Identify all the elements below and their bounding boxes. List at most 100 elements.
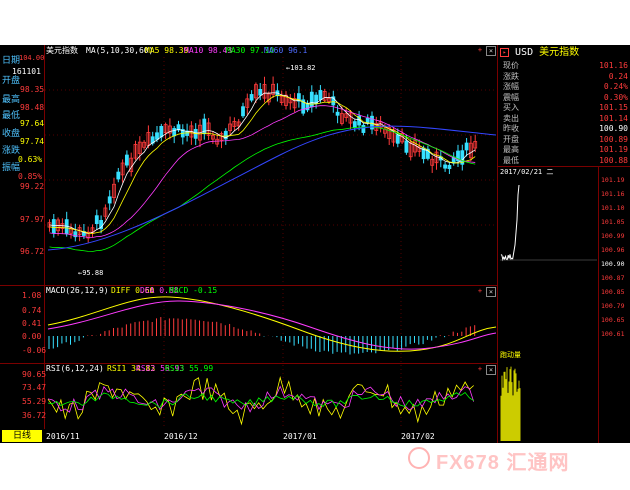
add-indicator-icon[interactable]: + [476,46,484,54]
price-axis-tick: 96.72 [20,247,45,256]
intraday-axis-tick: 100.61 [601,330,625,338]
intraday-axis-tick: 100.99 [601,232,625,240]
quote-row-value: 0.30% [603,92,628,102]
candle-body [155,132,159,140]
macd-axis-tick: 0.74 [22,306,42,315]
rsi-axis-tick: 36.72 [22,411,47,420]
candle-body [395,134,400,144]
ma60-value: MA60 96.1 [264,46,308,55]
candle-body [116,171,121,180]
quote-row-label: 涨幅 [503,82,519,91]
add-indicator-icon[interactable]: + [476,365,484,373]
quote-row-label: 震幅 [503,92,519,102]
macd-diff-line [47,296,497,352]
candle-body [464,142,469,151]
intraday-axis-tick: 100.87 [601,274,625,282]
close-panel-icon[interactable]: × [486,365,496,375]
low-value: 97.64 [20,119,45,128]
macd-axis-tick: 0.41 [22,319,42,328]
candle-body [447,164,452,170]
low-marker-value: 95.88 [82,269,104,277]
candle-body [125,154,129,166]
amplitude-value: 0.85% [18,172,43,181]
open-label: 开盘 [2,76,21,86]
quote-row-value: 101.14 [599,113,628,123]
intraday-axis-tick: 100.65 [601,316,625,324]
high-marker: ←103.82 [286,64,316,72]
candle-body [404,140,409,153]
macd-axis-tick: -0.06 [22,346,47,355]
intraday-axis-tick: 101.05 [601,218,625,226]
quote-row-label: 最低 [503,155,519,165]
intraday-axis-tick: 101.10 [601,204,625,212]
time-axis-label: 2017/02 [401,432,435,441]
quote-row-label: 卖出 [503,113,519,123]
date-label: 日期 [2,56,21,66]
ma10-value: MA10 98.43 [184,46,233,55]
ma60-line [49,126,476,252]
intraday-axis-tick: 101.19 [601,176,625,184]
quote-name: 美元指数 [539,47,580,58]
quote-row-label: 开盘 [503,134,519,144]
macd-axis-tick: 0.00 [22,332,42,341]
candle-body [94,215,99,225]
close-value: 97.74 [20,137,45,146]
quote-row-value: 0.24% [603,82,628,91]
rsi2-line [47,385,475,413]
close-label: 收盘 [2,129,21,139]
rsi-axis-tick: 90.65 [22,370,47,379]
price-axis-tick: 97.97 [20,215,45,224]
main-axis-top-value: 104.00 [19,54,45,62]
chart-canvas [45,57,597,441]
volume-label: 跑动量 [500,351,521,359]
watermark: FX678 汇通网 [408,446,623,474]
instrument-title: 美元指数 [46,46,78,55]
intraday-axis-tick: 100.90 [601,260,625,268]
intraday-axis-tick: 100.79 [601,302,625,310]
high-value: 98.48 [20,103,45,112]
candle-body [51,219,56,234]
quote-row-label: 昨收 [503,124,519,133]
high-marker-value: 103.82 [290,64,316,72]
low-label: 最低 [2,111,21,121]
change-value: 0.63% [18,155,43,164]
quote-row-label: 涨跌 [503,71,519,81]
candle-body [172,128,177,137]
quote-row-value: 101.15 [599,103,628,112]
macd-dea-line [47,300,497,350]
candle-body [361,124,366,133]
add-indicator-icon[interactable]: + [476,287,484,295]
trading-terminal: 104.00 美元指数 MA(5,10,30,60) MA5 98.39 MA1… [0,45,630,443]
period-button[interactable]: 日线 [2,430,42,442]
candle-body [318,90,323,101]
candle-body [335,111,340,116]
divider-intraday-vertical [598,166,599,443]
candle-body [241,106,245,117]
quote-row-label: 买入 [503,103,519,112]
candle-body [258,88,263,96]
close-panel-icon[interactable]: × [486,287,496,297]
expand-icon[interactable]: ▸ [500,47,509,57]
close-panel-icon[interactable]: × [486,46,496,56]
fx678-logo-icon [408,447,430,469]
low-marker: ←95.88 [78,269,104,277]
divider-vertical [497,45,498,443]
high-label: 最高 [2,95,21,105]
candle-body [305,103,310,111]
rsi3-value: RSI3 55.99 [165,364,214,373]
quote-row-value: 100.88 [599,155,628,165]
intraday-axis-tick: 100.85 [601,288,625,296]
rsi-axis-tick: 55.29 [22,397,47,406]
rsi-axis-tick: 73.47 [22,383,47,392]
macd-title: MACD(26,12,9) [46,286,109,295]
candle-body [443,164,448,169]
intraday-axis-tick: 101.16 [601,190,625,198]
quote-row-label: 现价 [503,61,519,70]
quote-symbol: USD [515,47,534,58]
rsi-title: RSI(6,12,24) [46,364,104,373]
ma5-line [49,92,476,234]
intraday-axis-tick: 100.96 [601,246,625,254]
quote-row-value: 101.19 [599,145,628,154]
time-axis-label: 2016/12 [164,432,198,441]
time-axis-label: 2016/11 [46,432,80,441]
